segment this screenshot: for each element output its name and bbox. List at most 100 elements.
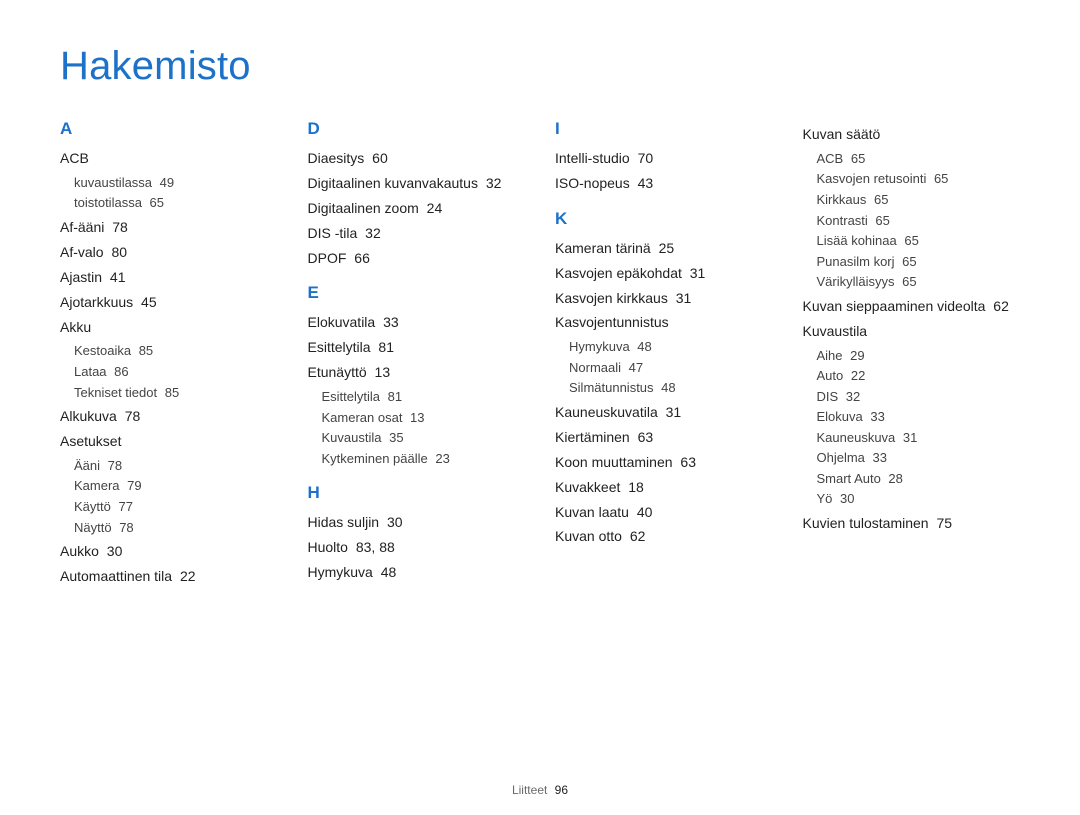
subentry-page: 33 <box>869 450 887 465</box>
index-subentry[interactable]: Värikylläisyys 65 <box>817 273 1021 291</box>
index-subentry[interactable]: Kameran osat 13 <box>322 409 526 427</box>
index-entry[interactable]: Digitaalinen zoom 24 <box>308 199 526 218</box>
index-subentry[interactable]: Kontrasti 65 <box>817 212 1021 230</box>
entry-page: 62 <box>989 298 1008 314</box>
index-subentry[interactable]: DIS 32 <box>817 388 1021 406</box>
index-subentry[interactable]: Elokuva 33 <box>817 408 1021 426</box>
entry-term: Ajastin <box>60 269 102 285</box>
subentry-page: 23 <box>432 451 450 466</box>
index-subentry[interactable]: Tekniset tiedot 85 <box>74 384 278 402</box>
index-subentry[interactable]: Ohjelma 33 <box>817 449 1021 467</box>
index-subentry[interactable]: Auto 22 <box>817 367 1021 385</box>
entry-page: 63 <box>634 429 653 445</box>
entry-page: 32 <box>482 175 501 191</box>
index-entry[interactable]: Digitaalinen kuvanvakautus 32 <box>308 174 526 193</box>
index-entry[interactable]: Kuvan laatu 40 <box>555 503 773 522</box>
index-entry[interactable]: Automaattinen tila 22 <box>60 567 278 586</box>
index-subentry[interactable]: Kirkkaus 65 <box>817 191 1021 209</box>
index-subentry[interactable]: Kauneuskuva 31 <box>817 429 1021 447</box>
entry-term: Akku <box>60 319 91 335</box>
index-entry[interactable]: Kuvan otto 62 <box>555 527 773 546</box>
index-entry[interactable]: Kuvan sieppaaminen videolta 62 <box>803 297 1021 316</box>
index-entry[interactable]: Kuvien tulostaminen 75 <box>803 514 1021 533</box>
entry-term: Kuvan laatu <box>555 504 629 520</box>
index-entry[interactable]: Kasvojen kirkkaus 31 <box>555 289 773 308</box>
index-entry[interactable]: Kauneuskuvatila 31 <box>555 403 773 422</box>
index-entry[interactable]: Af-valo 80 <box>60 243 278 262</box>
index-entry[interactable]: Diaesitys 60 <box>308 149 526 168</box>
index-subentry[interactable]: toistotilassa 65 <box>74 194 278 212</box>
index-subentry[interactable]: Kuvaustila 35 <box>322 429 526 447</box>
index-entry[interactable]: Koon muuttaminen 63 <box>555 453 773 472</box>
index-subentry[interactable]: Hymykuva 48 <box>569 338 773 356</box>
subentry-page: 48 <box>634 339 652 354</box>
subentry-page: 78 <box>104 458 122 473</box>
index-entry[interactable]: Huolto 83, 88 <box>308 538 526 557</box>
index-entry[interactable]: Esittelytila 81 <box>308 338 526 357</box>
index-entry[interactable]: DPOF 66 <box>308 249 526 268</box>
entry-page: 31 <box>662 404 681 420</box>
index-entry[interactable]: Akku <box>60 318 278 337</box>
index-subentry[interactable]: Kasvojen retusointi 65 <box>817 170 1021 188</box>
index-entry[interactable]: Etunäyttö 13 <box>308 363 526 382</box>
subentry-term: Smart Auto <box>817 471 881 486</box>
index-subentry[interactable]: Yö 30 <box>817 490 1021 508</box>
index-entry[interactable]: Elokuvatila 33 <box>308 313 526 332</box>
index-subentry[interactable]: Aihe 29 <box>817 347 1021 365</box>
index-subentry[interactable]: Silmätunnistus 48 <box>569 379 773 397</box>
entry-page: 63 <box>677 454 696 470</box>
index-entry[interactable]: Alkukuva 78 <box>60 407 278 426</box>
entry-term: Kiertäminen <box>555 429 630 445</box>
subentry-page: 65 <box>847 151 865 166</box>
index-entry[interactable]: Kiertäminen 63 <box>555 428 773 447</box>
index-entry[interactable]: Kasvojentunnistus <box>555 313 773 332</box>
index-entry[interactable]: Hidas suljin 30 <box>308 513 526 532</box>
index-entry[interactable]: Hymykuva 48 <box>308 563 526 582</box>
entry-page: 80 <box>108 244 127 260</box>
entry-term: Digitaalinen zoom <box>308 200 419 216</box>
entry-page: 22 <box>176 568 195 584</box>
index-subentry[interactable]: Kestoaika 85 <box>74 342 278 360</box>
entry-page: 18 <box>624 479 643 495</box>
index-entry[interactable]: Kuvan säätö <box>803 125 1021 144</box>
entry-page: 40 <box>633 504 652 520</box>
entry-term: Kuvan otto <box>555 528 622 544</box>
entry-term: ACB <box>60 150 89 166</box>
entry-term: Kasvojen kirkkaus <box>555 290 668 306</box>
entry-term: Elokuvatila <box>308 314 376 330</box>
index-entry[interactable]: Kuvakkeet 18 <box>555 478 773 497</box>
index-subentry[interactable]: ACB 65 <box>817 150 1021 168</box>
index-entry[interactable]: Intelli-studio 70 <box>555 149 773 168</box>
index-subentry[interactable]: Lataa 86 <box>74 363 278 381</box>
subentry-term: Kauneuskuva <box>817 430 896 445</box>
index-subentry[interactable]: Punasilm korj 65 <box>817 253 1021 271</box>
index-subentry[interactable]: Ääni 78 <box>74 457 278 475</box>
subentry-term: Silmätunnistus <box>569 380 654 395</box>
subentry-term: Kontrasti <box>817 213 868 228</box>
index-subentry[interactable]: kuvaustilassa 49 <box>74 174 278 192</box>
index-subentry[interactable]: Kamera 79 <box>74 477 278 495</box>
index-subentry[interactable]: Esittelytila 81 <box>322 388 526 406</box>
index-entry[interactable]: Ajastin 41 <box>60 268 278 287</box>
index-entry[interactable]: Aukko 30 <box>60 542 278 561</box>
index-entry[interactable]: Ajotarkkuus 45 <box>60 293 278 312</box>
subentry-page: 47 <box>625 360 643 375</box>
index-subentry[interactable]: Lisää kohinaa 65 <box>817 232 1021 250</box>
index-column: AACBkuvaustilassa 49toistotilassa 65Af-ä… <box>60 119 278 592</box>
subentry-term: Aihe <box>817 348 843 363</box>
index-entry[interactable]: Af-ääni 78 <box>60 218 278 237</box>
index-entry[interactable]: Kuvaustila <box>803 322 1021 341</box>
index-entry[interactable]: Asetukset <box>60 432 278 451</box>
entry-page: 60 <box>368 150 387 166</box>
subentry-term: Esittelytila <box>322 389 381 404</box>
index-entry[interactable]: Kasvojen epäkohdat 31 <box>555 264 773 283</box>
index-entry[interactable]: ACB <box>60 149 278 168</box>
index-entry[interactable]: DIS -tila 32 <box>308 224 526 243</box>
index-entry[interactable]: Kameran tärinä 25 <box>555 239 773 258</box>
index-subentry[interactable]: Kytkeminen päälle 23 <box>322 450 526 468</box>
index-entry[interactable]: ISO-nopeus 43 <box>555 174 773 193</box>
index-subentry[interactable]: Normaali 47 <box>569 359 773 377</box>
index-subentry[interactable]: Käyttö 77 <box>74 498 278 516</box>
index-subentry[interactable]: Näyttö 78 <box>74 519 278 537</box>
index-subentry[interactable]: Smart Auto 28 <box>817 470 1021 488</box>
